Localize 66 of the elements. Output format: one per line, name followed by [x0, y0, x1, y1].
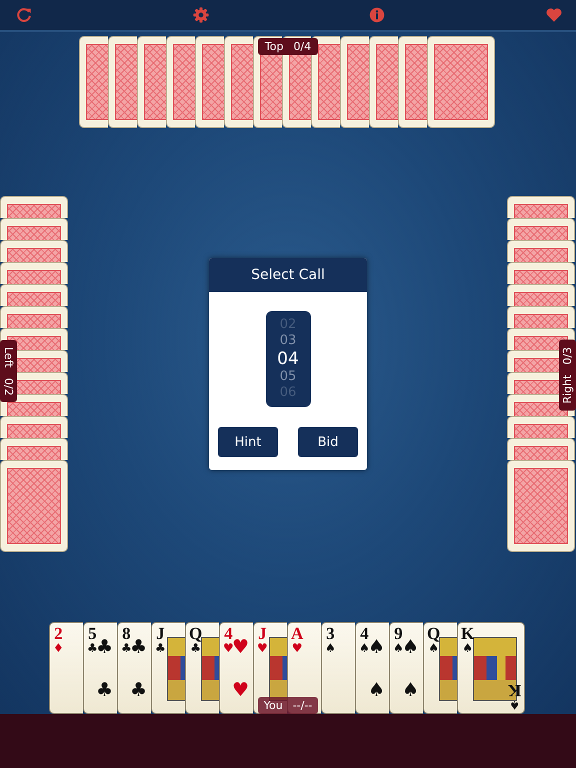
card-suit: ♥ — [223, 642, 234, 654]
card-rank: 4 — [360, 625, 369, 642]
playing-card[interactable]: 3 ♠ — [321, 622, 355, 714]
card-suit: ♦ — [53, 642, 64, 654]
player-score: --/-- — [292, 699, 312, 712]
player-name: Right — [561, 374, 574, 404]
card-rank: Q — [427, 625, 440, 642]
card-suit: ♥ — [292, 642, 303, 654]
playing-card[interactable]: Q ♣ — [185, 622, 219, 714]
card-rank: 5 — [88, 625, 97, 642]
heart-button[interactable] — [544, 6, 563, 24]
picker-option[interactable]: 04 — [277, 349, 299, 369]
bid-button[interactable]: Bid — [298, 427, 358, 457]
card-suit: ♠ — [393, 642, 404, 654]
player-score: 0/2 — [2, 378, 15, 396]
player-name: Left — [2, 347, 15, 368]
playing-card[interactable]: J ♣ — [151, 622, 185, 714]
picker-option[interactable]: 05 — [280, 369, 296, 385]
suit-pip: ♠ — [368, 681, 386, 700]
suit-pip: ♠ — [368, 638, 386, 657]
card-suit: ♣ — [155, 642, 166, 654]
suit-pip: ♠ — [402, 638, 420, 657]
card-suit: ♣ — [121, 642, 132, 654]
player-name: Top — [264, 40, 284, 53]
playing-card[interactable]: Q ♠ — [423, 622, 457, 714]
suit-pip: ♣ — [96, 638, 114, 657]
card-suit: ♥ — [257, 642, 268, 654]
suit-pip: ♥ — [232, 638, 250, 657]
suit-pip: ♠ — [402, 681, 420, 700]
card-rank: K — [508, 682, 521, 699]
card-rank: 2 — [54, 625, 63, 642]
suit-pip: ♣ — [130, 681, 148, 700]
picker-option[interactable]: 03 — [280, 333, 296, 349]
card-rank: J — [156, 625, 165, 642]
card-suit: ♠ — [509, 699, 520, 711]
info-button[interactable] — [368, 6, 386, 24]
suit-pip: ♥ — [232, 681, 250, 700]
card-suit: ♠ — [462, 642, 473, 654]
card-suit: ♣ — [190, 642, 201, 654]
card-suit: ♠ — [428, 642, 439, 654]
player-name: You — [264, 699, 283, 712]
playing-card[interactable]: K ♠ K ♠ — [457, 622, 525, 714]
heart-icon — [544, 6, 563, 24]
refresh-icon — [15, 6, 33, 24]
card-rank: 4 — [224, 625, 233, 642]
card-rank: J — [258, 625, 267, 642]
suit-pip: ♣ — [130, 638, 148, 657]
player-score: 0/3 — [561, 347, 574, 365]
card-suit: ♠ — [359, 642, 370, 654]
card-rank: K — [461, 625, 474, 642]
card-rank: 9 — [394, 625, 403, 642]
player-score: 0/4 — [293, 40, 312, 53]
card-suit: ♠ — [325, 642, 336, 654]
playing-card[interactable]: 2 ♦ — [49, 622, 83, 714]
suit-pip: ♣ — [96, 681, 114, 700]
dialog-title: Select Call — [209, 258, 367, 292]
card-rank: Q — [189, 625, 202, 642]
settings-icon — [192, 6, 210, 24]
card-rank: 8 — [122, 625, 131, 642]
info-icon — [368, 6, 386, 24]
hint-button[interactable]: Hint — [218, 427, 278, 457]
refresh-button[interactable] — [15, 6, 33, 24]
settings-button[interactable] — [192, 6, 210, 24]
card-suit: ♣ — [87, 642, 98, 654]
card-rank: 3 — [326, 625, 335, 642]
card-rank: A — [291, 625, 304, 642]
